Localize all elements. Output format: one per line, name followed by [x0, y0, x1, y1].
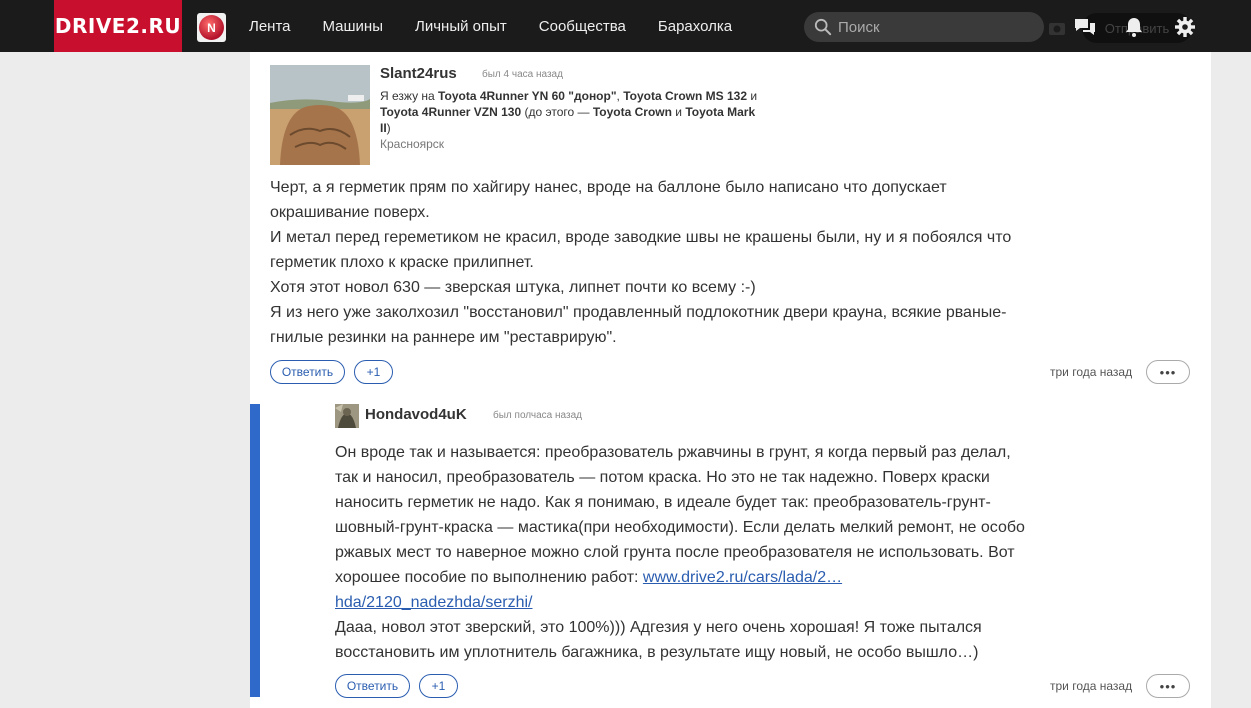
comment-text: Черт, а я герметик прям по хайгиру нанес… — [270, 175, 1011, 350]
reply-line: наносить герметик не надо. Как я понимаю… — [335, 494, 991, 511]
gear-icon[interactable] — [1172, 14, 1198, 40]
reply-line: восстановить им уплотнитель багажника, в… — [335, 644, 979, 661]
reply-line: хорошее пособие по выполнению работ: www… — [335, 565, 1025, 590]
car-link[interactable]: Toyota Crown MS 132 — [623, 89, 747, 103]
comment-time[interactable]: три года назад — [1050, 365, 1132, 379]
reply-line: так и наносил, преобразователь — потом к… — [335, 469, 990, 486]
search-input[interactable] — [838, 18, 1028, 36]
cars-separator: и — [671, 105, 686, 119]
reply-thread-bar — [250, 404, 260, 697]
comment-author[interactable]: Slant24rus — [380, 65, 457, 82]
reply-author[interactable]: Hondavod4uK — [365, 406, 467, 423]
reply-line: Дааа, новол этот зверский, это 100%))) А… — [335, 619, 982, 636]
comment-line: герметик плохо к краске прилипнет. — [270, 254, 534, 271]
reply-time[interactable]: три года назад — [1050, 679, 1132, 693]
reply-button[interactable]: Ответить — [270, 360, 345, 384]
reply-author-avatar[interactable] — [335, 404, 359, 428]
chat-icon[interactable] — [1072, 14, 1098, 40]
car-link[interactable]: Toyota Crown — [593, 105, 672, 119]
nav-item-cars[interactable]: Машины — [323, 18, 383, 35]
article-link-continued[interactable]: hda/2120_nadezhda/serzhi/ — [335, 594, 533, 611]
author-cars: Я езжу на Toyota 4Runner YN 60 "донор", … — [380, 88, 760, 136]
author-city: Красноярск — [380, 137, 445, 151]
cars-separator: (до этого — — [521, 105, 593, 119]
search-box[interactable] — [804, 12, 1044, 42]
reply-line: Он вроде так и называется: преобразовате… — [335, 444, 1011, 461]
author-photo[interactable] — [270, 65, 370, 165]
reply-button[interactable]: Ответить — [335, 674, 410, 698]
nav-item-feed[interactable]: Лента — [249, 18, 291, 35]
site-logo[interactable]: DRIVE2.RU — [54, 0, 182, 52]
car-link[interactable]: Toyota 4Runner YN 60 "донор" — [438, 89, 617, 103]
avatar-letter: N — [199, 15, 224, 40]
user-avatar[interactable]: N — [197, 13, 226, 42]
last-seen: был 4 часа назад — [482, 69, 563, 80]
reply-line: hda/2120_nadezhda/serzhi/ — [335, 590, 1025, 615]
more-button[interactable]: ••• — [1146, 360, 1190, 384]
nav-item-experience[interactable]: Личный опыт — [415, 18, 507, 35]
cars-prefix: Я езжу на — [380, 89, 439, 103]
reply-line: ржавых мест то наверное можно слой грунт… — [335, 544, 1015, 561]
bell-icon[interactable] — [1121, 14, 1147, 40]
top-bar: DRIVE2.RU N Лента Машины Личный опыт Соо… — [0, 0, 1251, 52]
more-button[interactable]: ••• — [1146, 674, 1190, 698]
comment-line: Я из него уже заколхозил "восстановил" п… — [270, 304, 1007, 321]
link-prefix: хорошее пособие по выполнению работ: — [335, 569, 643, 586]
reply-last-seen: был полчаса назад — [493, 410, 582, 421]
comment-line: окрашивание поверх. — [270, 204, 430, 221]
reply-line: шовный-грунт-краска — мастика(при необхо… — [335, 519, 1025, 536]
comment-line: Черт, а я герметик прям по хайгиру нанес… — [270, 179, 947, 196]
cars-separator: и — [747, 89, 758, 103]
comment-line: гнилые резинки на раннере им "реставриру… — [270, 329, 617, 346]
cars-separator: ) — [386, 121, 391, 135]
plus-one-button[interactable]: +1 — [419, 674, 458, 698]
car-link[interactable]: Toyota 4Runner VZN 130 — [380, 105, 521, 119]
reply-text: Он вроде так и называется: преобразовате… — [335, 440, 1025, 665]
camera-icon[interactable] — [1044, 15, 1070, 41]
comment-line: Хотя этот новол 630 — зверская штука, ли… — [270, 279, 756, 296]
comments-panel: Slant24rus был 4 часа назад Я езжу на To… — [250, 52, 1211, 708]
search-icon — [814, 18, 832, 36]
plus-one-button[interactable]: +1 — [354, 360, 393, 384]
nav-item-market[interactable]: Барахолка — [658, 18, 732, 35]
main-nav: Лента Машины Личный опыт Сообщества Бара… — [249, 0, 764, 52]
nav-item-communities[interactable]: Сообщества — [539, 18, 626, 35]
comment-line: И метал перед гереметиком не красил, вро… — [270, 229, 1012, 246]
article-link[interactable]: www.drive2.ru/cars/lada/2… — [643, 569, 842, 586]
